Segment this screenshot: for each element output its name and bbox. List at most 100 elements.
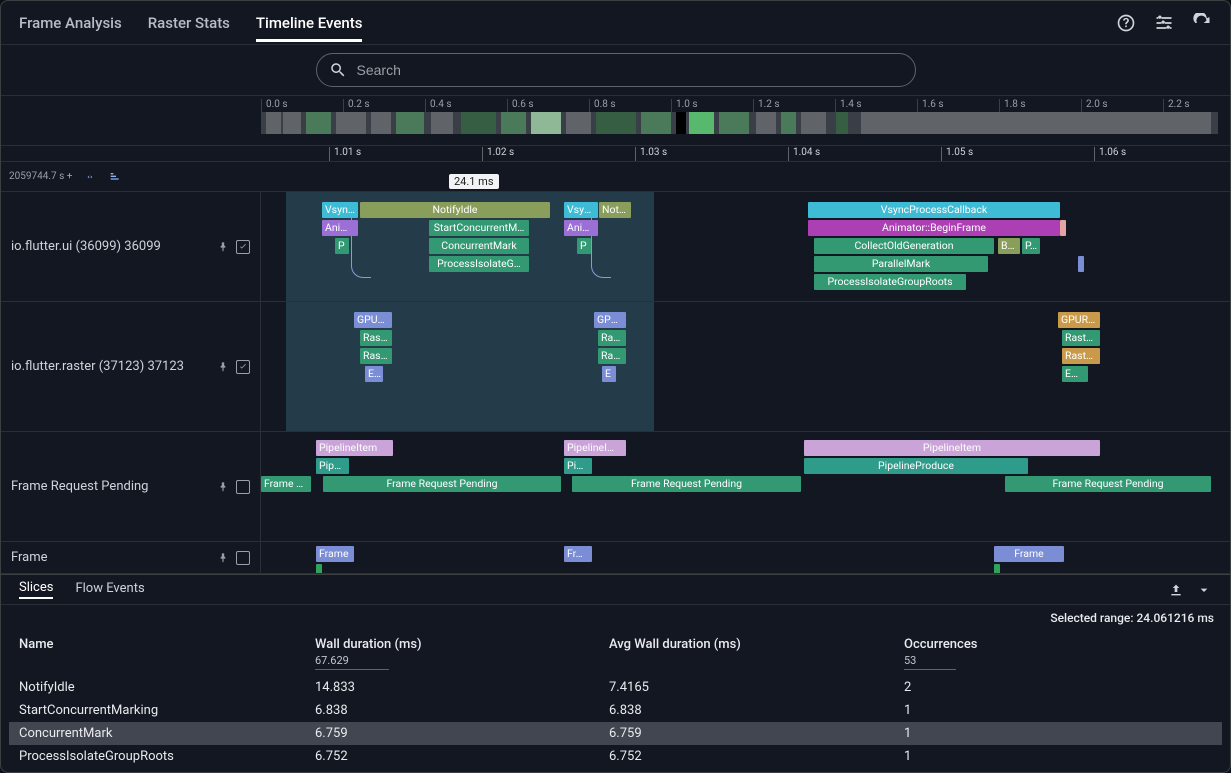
timeline-event[interactable] <box>1060 220 1066 236</box>
settings-icon[interactable] <box>1154 13 1174 33</box>
timeline-event[interactable]: Frame <box>316 546 354 562</box>
duration-tooltip: 24.1 ms <box>449 174 499 189</box>
col-avg[interactable]: Avg Wall duration (ms) <box>609 637 904 670</box>
timeline-event[interactable]: ProcessIsolateG… <box>429 256 529 272</box>
zoom-axis[interactable]: 1.01 s1.02 s1.03 s1.04 s1.05 s1.06 s <box>1 146 1230 162</box>
track-checkbox[interactable] <box>236 360 250 374</box>
timeline-event[interactable]: PipelineProduce <box>804 458 1028 474</box>
timeline-event[interactable]: NotifyIdle <box>360 202 550 218</box>
timeline-event[interactable]: PipelineItem <box>804 440 1100 456</box>
timeline-event[interactable]: Vsyn… <box>322 202 358 218</box>
tab-frame-analysis[interactable]: Frame Analysis <box>19 4 122 42</box>
tab-raster-stats[interactable]: Raster Stats <box>148 4 230 42</box>
timeline-event[interactable]: Raste… <box>1062 348 1100 364</box>
timeline-event[interactable]: Pipe… <box>316 458 349 474</box>
timeline-event[interactable] <box>1078 256 1084 272</box>
timeline-event[interactable]: E… <box>365 366 383 382</box>
track-checkbox[interactable] <box>236 551 250 565</box>
timeline-event[interactable]: Frame Request Pending <box>572 476 801 492</box>
timeline-event[interactable]: Frame Request Pending <box>1005 476 1211 492</box>
timeline-event[interactable]: P… <box>1022 238 1040 254</box>
timeline-event[interactable]: VsyncProcessCallback <box>808 202 1060 218</box>
timeline-event[interactable]: GPURa… <box>1058 312 1100 328</box>
track-raster-label: io.flutter.raster (37123) 37123 <box>11 359 184 374</box>
list-icon[interactable] <box>108 169 124 185</box>
track-checkbox[interactable] <box>236 480 250 494</box>
track-frame-label: Frame <box>11 550 48 565</box>
col-occ[interactable]: Occurrences53 <box>904 637 1212 670</box>
slices-table: Name Wall duration (ms)67.629 Avg Wall d… <box>1 631 1230 772</box>
timeline-event[interactable]: P <box>335 238 349 254</box>
track-ui: io.flutter.ui (36099) 36099 Vsyn…NotifyI… <box>1 192 1230 302</box>
col-wall[interactable]: Wall duration (ms)67.629 <box>315 637 609 670</box>
timeline-event[interactable]: Rast… <box>360 348 392 364</box>
timeline-event[interactable]: BU… <box>998 238 1020 254</box>
upload-icon[interactable] <box>1168 582 1184 598</box>
tab-timeline-events[interactable]: Timeline Events <box>256 4 363 42</box>
search-field[interactable] <box>316 53 916 87</box>
info-row: 2059744.7 s + 24.1 ms <box>1 162 1230 192</box>
track-checkbox[interactable] <box>236 240 250 254</box>
timeline-event[interactable]: Animator::BeginFrame <box>808 220 1060 236</box>
timeline-event[interactable]: Frame R… <box>261 476 311 492</box>
mini-tick: 0.8 s <box>589 99 616 112</box>
selected-range: Selected range: 24.061216 ms <box>1 605 1230 631</box>
track-frame-body[interactable]: Frame Fr… Frame <box>261 542 1230 573</box>
collapse-icon[interactable] <box>82 169 98 185</box>
timeline-event[interactable]: Frame Request Pending <box>323 476 561 492</box>
expand-icon[interactable] <box>1196 582 1212 598</box>
mini-tick: 0.4 s <box>425 99 452 112</box>
timeline-event[interactable]: ParallelMark <box>814 256 988 272</box>
timeline-event[interactable]: GPUR… <box>354 312 392 328</box>
timeline-event[interactable]: CollectOldGeneration <box>814 238 994 254</box>
timeline-event[interactable]: PipelineI… <box>564 440 626 456</box>
pin-icon[interactable] <box>216 240 230 254</box>
btab-slices[interactable]: Slices <box>19 580 53 599</box>
timeline-event[interactable]: Anim… <box>322 220 358 236</box>
timeline-event[interactable] <box>994 564 1000 573</box>
timeline-event[interactable] <box>316 564 322 573</box>
timeline-event[interactable]: StartConcurrentM… <box>429 220 529 236</box>
timeline-event[interactable]: ConcurrentMark <box>429 238 529 254</box>
table-row[interactable]: StartConcurrentMarking6.8386.8381 <box>9 699 1222 722</box>
timeline-event[interactable]: Anim… <box>564 220 598 236</box>
search-input[interactable] <box>357 62 903 78</box>
zoom-tick: 1.06 s <box>1094 147 1126 161</box>
timeline-event[interactable]: Ras… <box>598 330 626 346</box>
mini-tick: 0.2 s <box>343 99 370 112</box>
pin-icon[interactable] <box>216 360 230 374</box>
track-ui-body[interactable]: Vsyn…NotifyIdleVsyn…Noti…Anim…StartConcu… <box>261 192 1230 301</box>
pin-icon[interactable] <box>216 480 230 494</box>
help-icon[interactable] <box>1116 13 1136 33</box>
mini-tick: 1.4 s <box>835 99 862 112</box>
timeline-event[interactable]: Vsyn… <box>564 202 598 218</box>
timeline-event[interactable]: Rast… <box>360 330 392 346</box>
btab-flow-events[interactable]: Flow Events <box>75 581 144 598</box>
track-raster-body[interactable]: GPUR… Rast… Rast… E… GPU… Ras… Ras… E GPURa… Rast… <box>261 302 1230 431</box>
zoom-tick: 1.03 s <box>635 147 667 161</box>
timeline-event[interactable]: GPU… <box>594 312 626 328</box>
timeline-event[interactable]: Em… <box>1062 366 1088 382</box>
timeline-event[interactable]: Raste… <box>1062 330 1100 346</box>
track-pending-body[interactable]: PipelineItem Pipe… PipelineI… Pip… PipelineI… <box>261 432 1230 541</box>
pin-icon[interactable] <box>216 551 230 565</box>
timeline-event[interactable]: E <box>602 366 616 382</box>
zoom-tick: 1.02 s <box>482 147 514 161</box>
refresh-icon[interactable] <box>1192 13 1212 33</box>
timeline-event[interactable]: P <box>577 238 591 254</box>
timeline-event[interactable]: ProcessIsolateGroupRoots <box>814 274 966 290</box>
minimap[interactable]: 0.0 s0.2 s0.4 s0.6 s0.8 s1.0 s1.2 s1.4 s… <box>1 96 1230 146</box>
mini-tick: 2.2 s <box>1163 99 1190 112</box>
table-row[interactable]: NotifyIdle14.8337.41652 <box>9 676 1222 699</box>
timeline-event[interactable]: PipelineItem <box>316 440 393 456</box>
table-row[interactable]: ConcurrentMark6.7596.7591 <box>9 722 1222 745</box>
mini-tick: 0.0 s <box>261 99 288 112</box>
col-name[interactable]: Name <box>19 637 315 670</box>
timeline-event[interactable]: Pip… <box>564 458 592 474</box>
timeline-event[interactable]: Fr… <box>564 546 592 562</box>
table-row[interactable]: ProcessIsolateGroupRoots6.7526.7521 <box>9 745 1222 768</box>
track-raster: io.flutter.raster (37123) 37123 GPUR… Ras… <box>1 302 1230 432</box>
timeline-event[interactable]: Frame <box>994 546 1064 562</box>
timeline-event[interactable]: Noti… <box>599 202 631 218</box>
timeline-event[interactable]: Ras… <box>598 348 626 364</box>
